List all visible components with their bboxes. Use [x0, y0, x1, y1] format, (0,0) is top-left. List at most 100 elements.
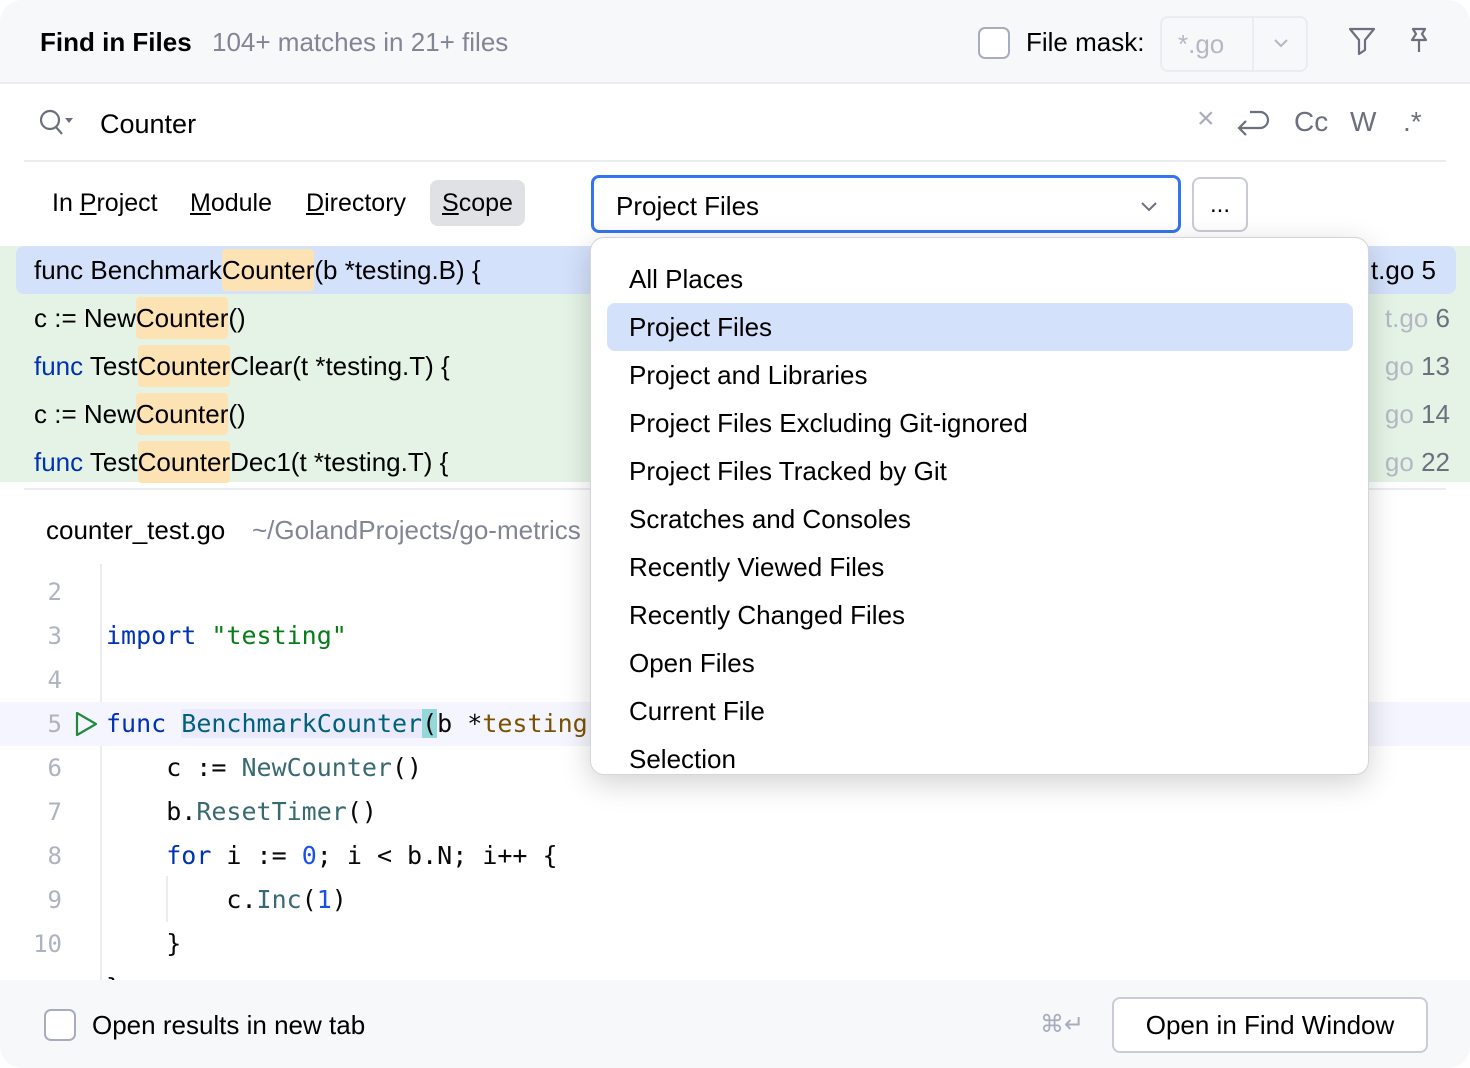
- file-mask-combo[interactable]: *.go: [1160, 16, 1308, 72]
- code-text: c := NewCounter(): [106, 746, 422, 790]
- result-line-number: 5: [1421, 255, 1436, 285]
- clear-search-button[interactable]: ×: [1197, 102, 1215, 136]
- result-line-number: 14: [1421, 399, 1450, 429]
- result-location: t.go 5: [1371, 246, 1436, 294]
- scope-option[interactable]: Scratches and Consoles: [607, 495, 1353, 543]
- scope-option[interactable]: Selection: [607, 735, 1353, 774]
- new-line-icon[interactable]: [1236, 108, 1270, 138]
- line-number: 3: [47, 622, 62, 650]
- result-code: c := NewCounter(): [34, 294, 246, 342]
- scope-option[interactable]: All Places: [607, 255, 1353, 303]
- scope-option[interactable]: Project Files Tracked by Git: [607, 447, 1353, 495]
- open-new-tab-checkbox[interactable]: [44, 1009, 76, 1041]
- filter-icon[interactable]: [1347, 26, 1377, 56]
- code-token: (): [391, 753, 423, 782]
- chevron-down-icon[interactable]: [1270, 32, 1292, 54]
- result-file: t.go: [1384, 303, 1429, 333]
- code-text: c.Inc(1): [106, 878, 346, 922]
- code-token: c.: [106, 885, 257, 914]
- result-code: func TestCounterClear(t *testing.T) {: [34, 342, 450, 390]
- regex-toggle[interactable]: .*: [1403, 106, 1422, 138]
- scope-option[interactable]: Open Files: [607, 639, 1353, 687]
- code-token: (): [346, 797, 377, 826]
- file-mask-separator: [1252, 18, 1254, 70]
- tab-label: In: [52, 189, 80, 217]
- code-fragment: Clear(t *testing.T) {: [230, 351, 450, 381]
- code-fragment: (): [228, 399, 246, 429]
- code-fragment: Dec1(t *testing.T) {: [230, 447, 449, 477]
- code-token: import: [106, 621, 197, 650]
- tab-scope[interactable]: Scope: [430, 180, 525, 226]
- shortcut-hint: ⌘↵: [1040, 1011, 1085, 1038]
- code-token: (: [301, 885, 317, 914]
- result-line-number: 13: [1421, 351, 1450, 381]
- file-mask-checkbox[interactable]: [978, 27, 1010, 59]
- pin-icon[interactable]: [1404, 26, 1434, 56]
- search-row: × Cc W .*: [0, 86, 1470, 160]
- tab-mnemonic: S: [442, 189, 459, 217]
- code-fragment: (b *testing.B) {: [314, 255, 481, 285]
- code-line: 10 }: [0, 922, 1470, 966]
- code-fragment: c := New: [34, 303, 136, 333]
- code-token: }: [106, 929, 182, 958]
- search-input[interactable]: [100, 104, 1180, 144]
- scope-option[interactable]: Project Files Excluding Git-ignored: [607, 399, 1353, 447]
- tab-module[interactable]: Module: [178, 180, 284, 226]
- match-case-toggle[interactable]: Cc: [1294, 106, 1328, 138]
- code-text: import "testing": [106, 614, 347, 658]
- code-token: i :=: [211, 841, 302, 870]
- tab-mnemonic: P: [79, 189, 97, 217]
- scope-option[interactable]: Recently Viewed Files: [607, 543, 1353, 591]
- result-code: func BenchmarkCounter(b *testing.B) {: [34, 246, 481, 294]
- tab-label: cope: [458, 189, 513, 217]
- result-location: go 14: [1385, 390, 1450, 438]
- run-icon[interactable]: [72, 710, 100, 738]
- scope-selected-value: Project Files: [616, 191, 760, 221]
- result-file: go: [1384, 399, 1414, 429]
- code-token: b.: [106, 797, 197, 826]
- scope-option[interactable]: Current File: [607, 687, 1353, 735]
- scope-dropdown[interactable]: Project Files: [591, 175, 1181, 233]
- code-text: b.ResetTimer(): [106, 790, 377, 834]
- code-text: for i := 0; i < b.N; i++ {: [106, 834, 557, 878]
- result-file: go: [1384, 351, 1414, 381]
- result-code: c := NewCounter(): [34, 390, 246, 438]
- code-line: 8 for i := 0; i < b.N; i++ {: [0, 834, 1470, 878]
- line-number: 8: [47, 842, 62, 870]
- whole-words-toggle[interactable]: W: [1350, 106, 1376, 138]
- chevron-down-icon[interactable]: [1138, 195, 1160, 217]
- code-token: 0: [301, 841, 317, 870]
- tab-directory[interactable]: Directory: [294, 180, 418, 226]
- scope-option[interactable]: Recently Changed Files: [607, 591, 1353, 639]
- match-highlight: Counter: [135, 297, 229, 339]
- result-code: func TestCounterDec1(t *testing.T) {: [34, 438, 448, 486]
- code-token: ResetTimer: [196, 797, 347, 826]
- dialog-footer: Open results in new tab ⌘↵ Open in Find …: [0, 980, 1470, 1068]
- result-line-number: 22: [1421, 447, 1450, 477]
- result-location: go 22: [1385, 438, 1450, 486]
- scope-option[interactable]: Project and Libraries: [607, 351, 1353, 399]
- dialog-title: Find in Files: [40, 27, 192, 57]
- code-fragment: func Benchmark: [34, 255, 222, 285]
- preview-file-path: ~/GolandProjects/go-metrics: [252, 515, 581, 545]
- file-mask-value[interactable]: *.go: [1178, 29, 1224, 60]
- scope-option[interactable]: Project Files: [607, 303, 1353, 351]
- open-in-find-window-button[interactable]: Open in Find Window: [1112, 997, 1428, 1053]
- code-text: }: [106, 922, 181, 966]
- result-file: go: [1384, 447, 1414, 477]
- code-fragment: (): [228, 303, 246, 333]
- tab-label: roject: [96, 189, 158, 217]
- preview-file-name: counter_test.go: [46, 515, 226, 545]
- tab-in-project[interactable]: In Project: [40, 180, 170, 226]
- code-text: func BenchmarkCounter(b *testing.B) {: [106, 702, 663, 746]
- code-fragment: c := New: [34, 399, 136, 429]
- search-history-icon[interactable]: [38, 108, 74, 138]
- find-in-files-dialog: Find in Files 104+ matches in 21+ files …: [0, 0, 1470, 1068]
- divider: [24, 160, 1446, 162]
- edit-scopes-button[interactable]: ...: [1192, 177, 1248, 232]
- line-number: 5: [47, 710, 62, 738]
- code-token: c :=: [106, 753, 242, 782]
- indent-guide: [166, 876, 168, 922]
